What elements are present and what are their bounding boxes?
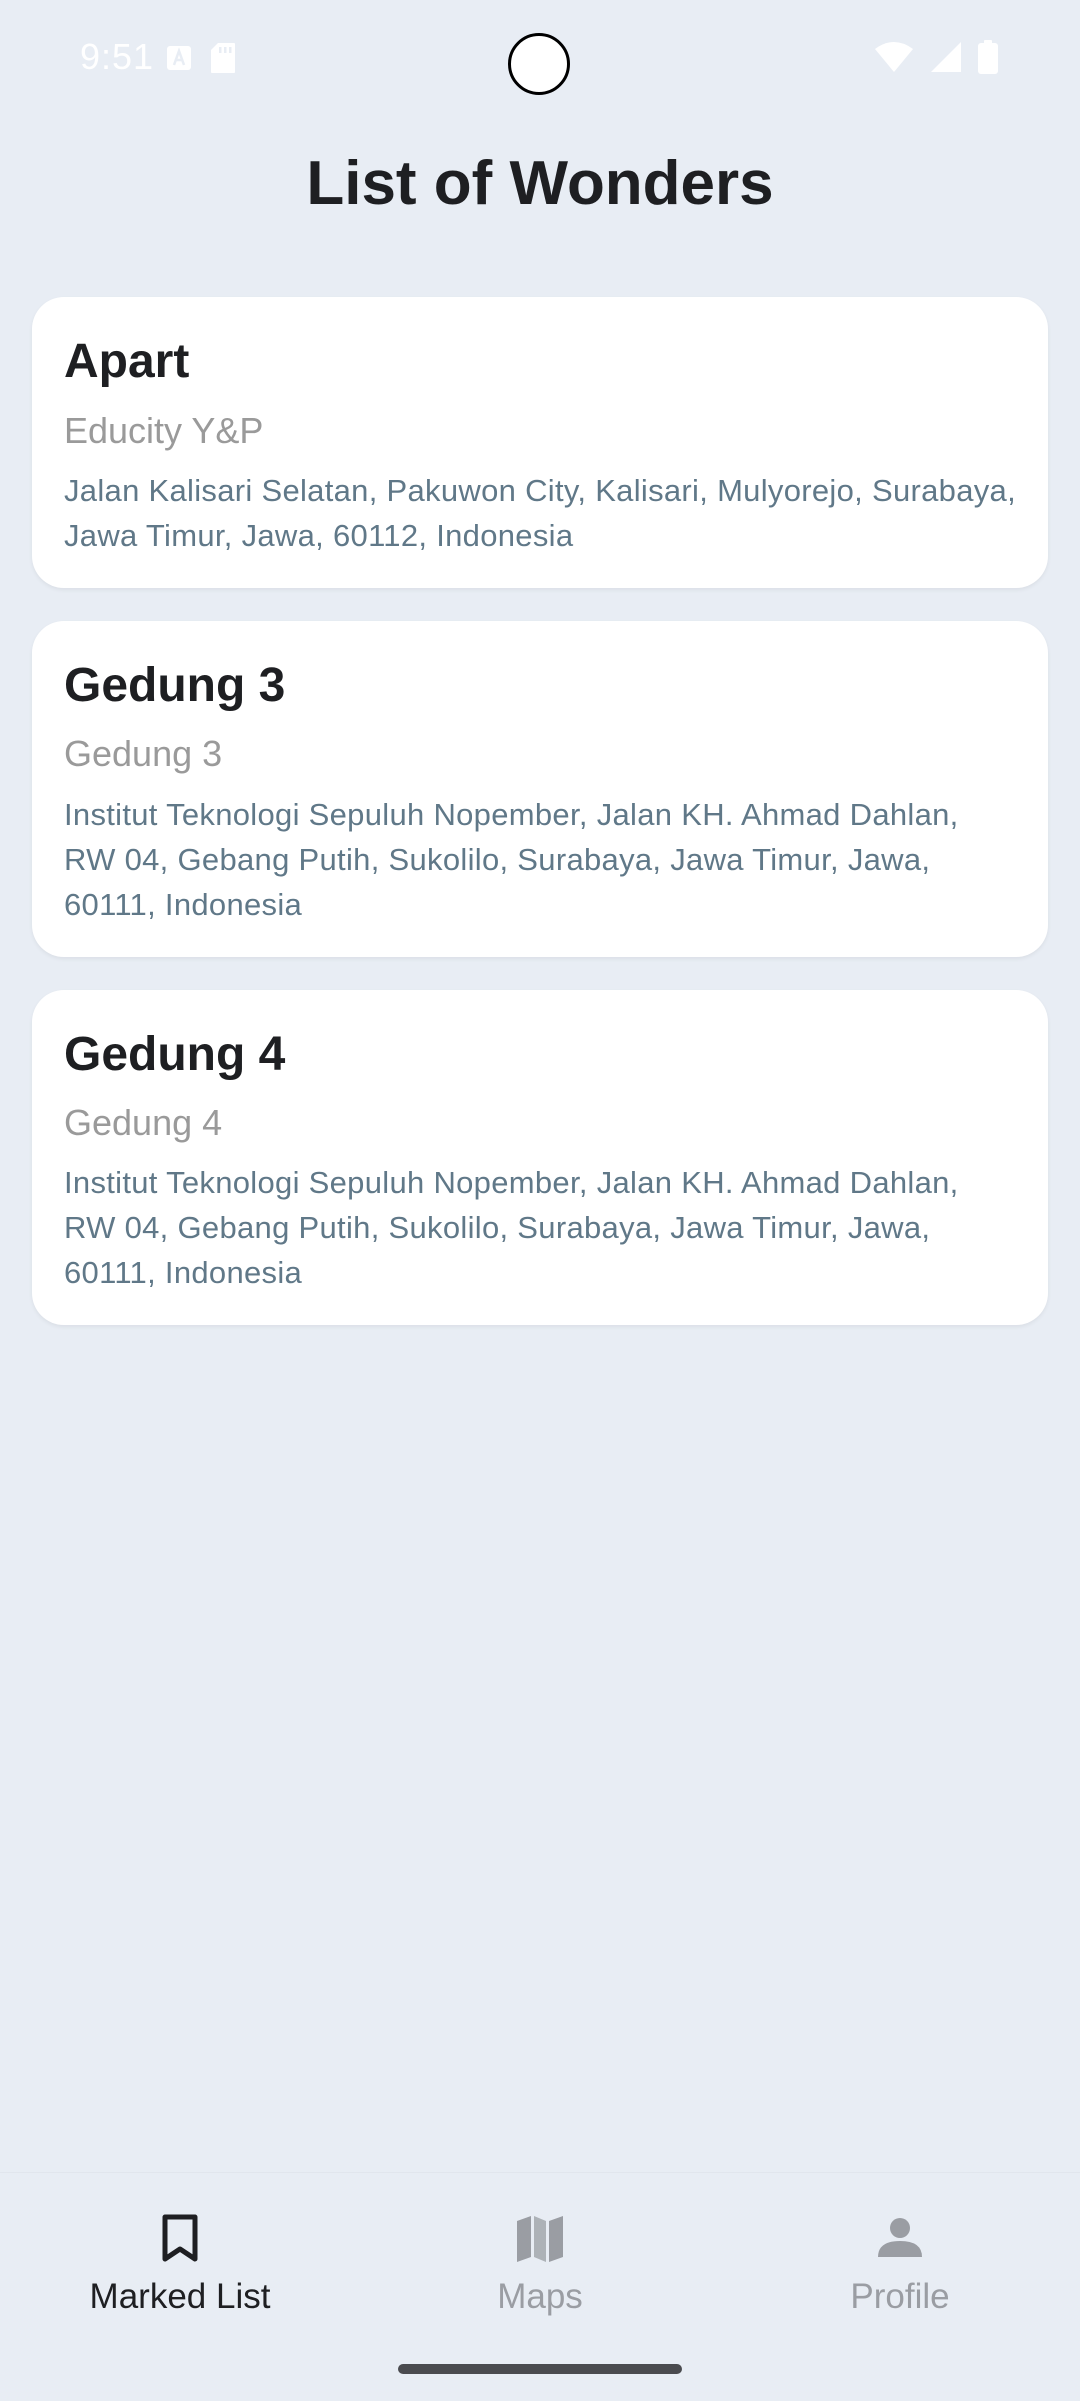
card-subtitle: Gedung 3 xyxy=(64,733,223,775)
wonders-list: Apart Educity Y&P Jalan Kalisari Selatan… xyxy=(32,297,1048,1358)
wonder-card[interactable]: Apart Educity Y&P Jalan Kalisari Selatan… xyxy=(32,297,1048,588)
nav-item-profile[interactable]: Profile xyxy=(750,2207,1050,2317)
status-time: 9:51 xyxy=(80,36,155,77)
text-a-icon xyxy=(166,45,192,76)
nav-label-profile: Profile xyxy=(850,2277,950,2316)
sd-card-icon xyxy=(210,42,236,79)
nav-item-marked-list[interactable]: Marked List xyxy=(30,2207,330,2317)
card-title: Gedung 4 xyxy=(64,1027,286,1081)
card-address: Institut Teknologi Sepuluh Nopember, Jal… xyxy=(64,1165,959,1291)
camera-cutout xyxy=(508,33,570,95)
status-bar: 9:51 xyxy=(0,0,1080,120)
person-icon xyxy=(870,2207,930,2267)
map-icon xyxy=(510,2207,570,2267)
status-right-icons xyxy=(874,40,998,79)
signal-icon xyxy=(930,41,962,78)
page-title: List of Wonders xyxy=(306,149,774,218)
wifi-icon xyxy=(874,41,914,78)
card-subtitle: Gedung 4 xyxy=(64,1102,223,1144)
wonder-card[interactable]: Gedung 4 Gedung 4 Institut Teknologi Sep… xyxy=(32,989,1048,1326)
nav-label-maps: Maps xyxy=(497,2277,583,2316)
card-address: Jalan Kalisari Selatan, Pakuwon City, Ka… xyxy=(64,472,1016,553)
card-title: Gedung 3 xyxy=(64,658,286,712)
wonder-card[interactable]: Gedung 3 Gedung 3 Institut Teknologi Sep… xyxy=(32,620,1048,957)
status-left-icons xyxy=(166,42,236,79)
card-title: Apart xyxy=(64,335,190,388)
nav-item-maps[interactable]: Maps xyxy=(390,2207,690,2317)
home-indicator[interactable] xyxy=(398,2364,682,2374)
card-subtitle: Educity Y&P xyxy=(64,409,264,451)
bookmark-icon xyxy=(150,2207,210,2267)
nav-label-marked-list: Marked List xyxy=(89,2277,271,2316)
card-address: Institut Teknologi Sepuluh Nopember, Jal… xyxy=(64,796,959,922)
battery-icon xyxy=(978,40,998,79)
